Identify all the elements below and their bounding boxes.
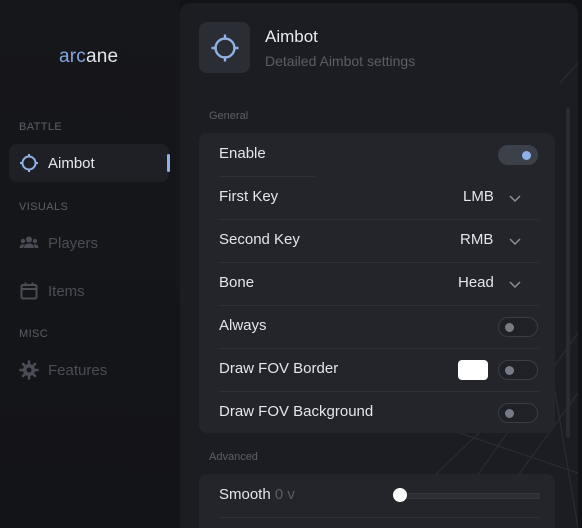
draw-fov-border-label: Draw FOV Border [219,360,339,377]
divider [219,517,539,518]
smooth-value: 0 v [274,486,295,503]
advanced-card: Smooth 0 v [199,474,555,528]
chevron-down-icon[interactable] [508,191,522,205]
active-indicator [167,154,170,172]
general-card: Enable First Key LMB Second Key RMB Bone… [199,133,555,433]
toggle-knob [505,366,514,375]
draw-fov-border-row: Draw FOV Border [219,348,539,391]
chevron-down-icon[interactable] [508,234,522,248]
sidebar: arcane BATTLE Aimbot VISUALS Players Ite… [0,0,180,528]
bone-row[interactable]: Bone Head [219,262,539,305]
second-key-label: Second Key [219,231,300,248]
always-row: Always [219,305,539,348]
always-toggle[interactable] [498,317,538,337]
sidebar-item-label: Items [48,283,85,300]
draw-fov-background-toggle[interactable] [498,403,538,423]
enable-row: Enable [219,133,539,176]
chevron-down-icon[interactable] [508,277,522,291]
sidebar-item-label: Features [48,362,108,379]
bone-label: Bone [219,274,255,291]
sidebar-item-label: Players [48,235,99,252]
users-icon [19,233,39,253]
header-crosshair-icon [199,22,250,73]
section-label-visuals: VISUALS [19,201,69,213]
gear-icon [19,360,39,380]
sidebar-item-players[interactable]: Players [9,224,169,262]
toggle-knob [505,323,514,332]
second-key-select[interactable]: RMB [460,231,493,248]
calendar-icon [19,281,39,301]
draw-fov-border-toggle[interactable] [498,360,538,380]
settings-panel: Aimbot Detailed Aimbot settings General … [180,3,578,528]
bone-select[interactable]: Head [458,274,494,291]
draw-fov-background-label: Draw FOV Background [219,403,374,420]
scrollbar[interactable] [566,108,570,438]
draw-fov-background-row: Draw FOV Background [219,391,539,434]
page-title: Aimbot [265,27,318,46]
sidebar-item-items[interactable]: Items [9,272,169,310]
enable-label: Enable [219,145,266,162]
smooth-label: Smooth 0 v [219,486,295,503]
smooth-row: Smooth 0 v [219,474,540,517]
smooth-slider-track[interactable] [400,493,540,499]
first-key-select[interactable]: LMB [463,188,494,205]
sidebar-item-aimbot[interactable]: Aimbot [9,144,170,182]
first-key-row[interactable]: First Key LMB [219,176,539,219]
sidebar-item-features[interactable]: Features [9,351,169,389]
app-logo: arcane [59,46,119,67]
section-label-battle: BATTLE [19,121,63,133]
enable-toggle[interactable] [498,145,538,165]
first-key-label: First Key [219,188,279,205]
toggle-knob [505,409,514,418]
group-label-general: General [209,110,249,122]
always-label: Always [219,317,267,334]
smooth-slider-knob[interactable] [393,488,407,502]
group-label-advanced: Advanced [209,451,258,463]
crosshair-icon [19,153,39,173]
sidebar-item-label: Aimbot [48,155,95,172]
section-label-misc: MISC [19,328,49,340]
second-key-row[interactable]: Second Key RMB [219,219,539,262]
toggle-knob [522,151,531,160]
page-subtitle: Detailed Aimbot settings [265,53,416,69]
fov-border-color-swatch[interactable] [458,360,488,380]
